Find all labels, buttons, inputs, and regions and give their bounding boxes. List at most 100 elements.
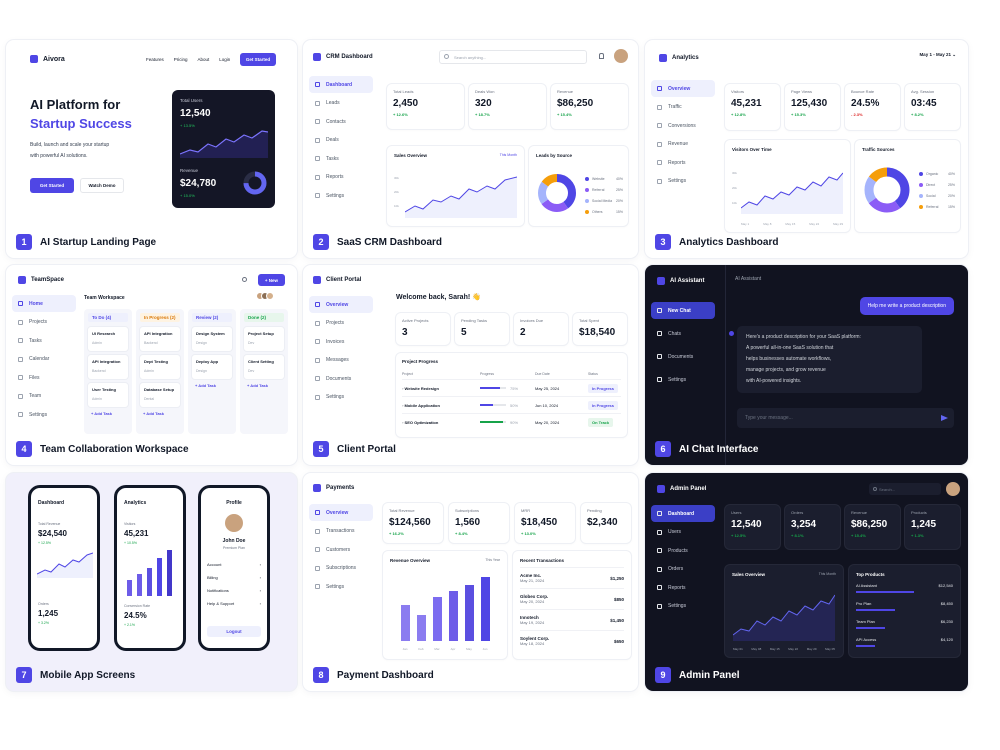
transaction-row[interactable]: Acme Inc. May 21, 2024 $1,250 [520, 567, 624, 588]
add-task-button[interactable]: + Add Task [192, 383, 232, 388]
task-card[interactable]: Design System Design [192, 327, 232, 351]
sidebar-item-home[interactable]: Home [12, 295, 76, 312]
sidebar-item-projects[interactable]: Projects [309, 315, 373, 332]
bell-icon[interactable] [599, 53, 604, 59]
sidebar-item-subscriptions[interactable]: Subscriptions [309, 560, 373, 577]
task-card[interactable]: Database Setup Dental [140, 383, 180, 407]
add-task-button[interactable]: + Add Task [88, 411, 128, 416]
task-card[interactable]: Client Setting Dev [244, 355, 284, 379]
sidebar-item-revenue[interactable]: Revenue [651, 136, 715, 153]
sidebar-item-transactions[interactable]: Transactions [309, 523, 373, 540]
task-card[interactable]: Dept Testing Admin [140, 355, 180, 379]
task-card[interactable]: Deploy App Design [192, 355, 232, 379]
new-chat-button[interactable]: New Chat [651, 302, 715, 319]
sidebar-item-settings[interactable]: Settings [651, 371, 715, 388]
transaction-row[interactable]: Innotech May 19, 2024 $1,450 [520, 609, 624, 630]
sidebar-item-orders[interactable]: Orders [651, 561, 715, 578]
task-card[interactable]: API Integration Backend [88, 355, 128, 379]
table-row[interactable]: ◦ SEO Optimization 90% May 20, 2024 On T… [402, 413, 621, 430]
watch-demo-button[interactable]: Watch Demo [80, 178, 124, 193]
transaction-row[interactable]: Globex Corp. May 20, 2024 $850 [520, 588, 624, 609]
sidebar-item-settings[interactable]: Settings [309, 187, 373, 204]
sidebar-item-tasks[interactable]: Tasks [12, 332, 76, 349]
sidebar-item-settings[interactable]: Settings [309, 578, 373, 595]
send-icon[interactable] [941, 415, 948, 421]
search-input[interactable]: Search anything... [439, 50, 587, 64]
sidebar-item-reports[interactable]: Reports [651, 154, 715, 171]
table-row[interactable]: ◦ Mobile Application 50% Jun 10, 2024 In… [402, 396, 621, 413]
period-select[interactable]: This Month [819, 572, 836, 576]
avatar[interactable] [614, 49, 628, 63]
sidebar-item-team[interactable]: Team [12, 388, 76, 405]
sidebar-item-settings[interactable]: Settings [309, 389, 373, 406]
add-task-button[interactable]: + Add Task [244, 383, 284, 388]
menu-item-help[interactable]: Help & Support › [207, 601, 261, 614]
sidebar-item-traffic[interactable]: Traffic [651, 99, 715, 116]
menu-item-notifications[interactable]: Notifications › [207, 588, 261, 601]
product-row[interactable]: API Access $4,120 [856, 637, 953, 655]
sidebar-item-customers[interactable]: Customers [309, 541, 373, 558]
nav-get-started-button[interactable]: Get Started [240, 53, 276, 66]
task-card[interactable]: API Integration Backend [140, 327, 180, 351]
message-input[interactable]: Type your message... [737, 408, 954, 428]
nav-about[interactable]: About [198, 57, 210, 62]
sidebar-item-settings[interactable]: Settings [12, 406, 76, 423]
sidebar: Dashboard Leads Contacts Deals Tasks Rep… [309, 76, 373, 206]
sidebar-item-reports[interactable]: Reports [309, 169, 373, 186]
nav-pricing[interactable]: Pricing [174, 57, 188, 62]
logout-button[interactable]: Logout [207, 626, 261, 637]
task-card[interactable]: Project Setup Dev [244, 327, 284, 351]
transaction-row[interactable]: Soylent Corp. May 18, 2024 $650 [520, 630, 624, 651]
product-row[interactable]: Pro Plan $8,450 [856, 601, 953, 619]
sidebar-item-deals[interactable]: Deals [309, 132, 373, 149]
sidebar-item-calendar[interactable]: Calendar [12, 351, 76, 368]
sidebar-item-overview[interactable]: Overview [309, 296, 373, 313]
product-row[interactable]: Team Plan $6,230 [856, 619, 953, 637]
sidebar-item-chats[interactable]: Chats [651, 325, 715, 342]
date-range-select[interactable]: May 1 - May 21 ⌄ [919, 52, 956, 58]
sidebar-item-conversions[interactable]: Conversions [651, 117, 715, 134]
sidebar-item-settings[interactable]: Settings [651, 598, 715, 615]
menu-item-billing[interactable]: Billing › [207, 575, 261, 588]
nav-login[interactable]: Login [219, 57, 230, 62]
search-input[interactable]: Search... [869, 483, 941, 495]
sidebar-item-documents[interactable]: Documents [309, 370, 373, 387]
avatar[interactable] [946, 482, 960, 496]
task-card[interactable]: User Testing Admin [88, 383, 128, 407]
caption: 8 Payment Dashboard [313, 667, 434, 683]
col-header: Progress [480, 371, 495, 376]
sidebar-item-leads[interactable]: Leads [309, 95, 373, 112]
legend-pct: 20% [947, 194, 955, 198]
sidebar-item-settings[interactable]: Settings [651, 173, 715, 190]
sidebar-item-documents[interactable]: Documents [651, 348, 715, 365]
product-row[interactable]: AI Assistant $12,540 [856, 583, 953, 601]
task-title: Dept Testing [144, 359, 168, 364]
task-card[interactable]: UI Research Admin [88, 327, 128, 351]
sidebar-item-products[interactable]: Products [651, 542, 715, 559]
table-row[interactable]: ◦ Website Redesign 75% May 25, 2024 In P… [402, 379, 621, 396]
add-task-button[interactable]: + Add Task [140, 411, 180, 416]
sidebar-item-messages[interactable]: Messages [309, 352, 373, 369]
visitors-value: 45,231 [124, 529, 149, 538]
sidebar-item-overview[interactable]: Overview [651, 80, 715, 97]
brand-logo[interactable]: Aivora [30, 55, 65, 63]
sidebar-item-files[interactable]: Files [12, 369, 76, 386]
sidebar-item-contacts[interactable]: Contacts [309, 113, 373, 130]
period-select[interactable]: This Year [485, 558, 500, 562]
sidebar-item-invoices[interactable]: Invoices [309, 333, 373, 350]
new-button[interactable]: + New [258, 274, 285, 286]
nav-features[interactable]: Features [146, 57, 164, 62]
sidebar-item-overview[interactable]: Overview [309, 504, 373, 521]
sidebar-item-users[interactable]: Users [651, 524, 715, 541]
menu-item-account[interactable]: Account › [207, 562, 261, 575]
period-select[interactable]: This Month [500, 153, 517, 157]
search-icon[interactable] [242, 277, 247, 282]
label: Invoices [326, 338, 345, 345]
sidebar-item-projects[interactable]: Projects [12, 314, 76, 331]
sidebar-item-dashboard[interactable]: Dashboard [651, 505, 715, 522]
sidebar-item-reports[interactable]: Reports [651, 579, 715, 596]
sidebar-item-dashboard[interactable]: Dashboard [309, 76, 373, 93]
card-team-collaboration: TeamSpace + New Home Projects Tasks Cale… [6, 265, 297, 465]
get-started-button[interactable]: Get Started [30, 178, 74, 193]
sidebar-item-tasks[interactable]: Tasks [309, 150, 373, 167]
